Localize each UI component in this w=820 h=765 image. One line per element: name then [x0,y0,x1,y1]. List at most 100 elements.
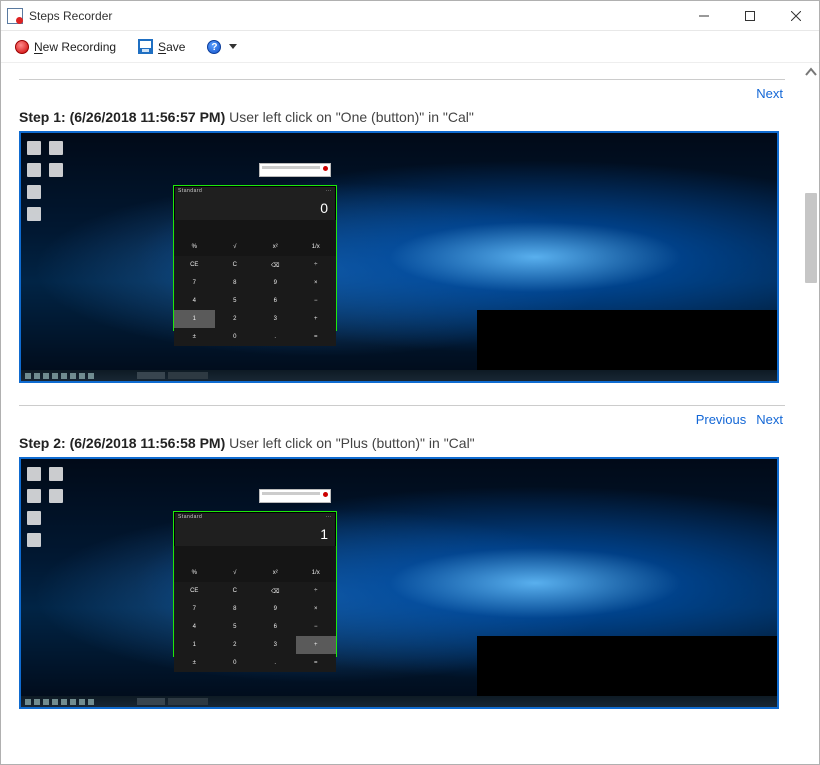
calc-key [174,220,215,238]
calc-key: 5 [215,618,256,636]
screenshot-taskbar [21,696,777,707]
calc-key [255,220,296,238]
step-screenshot[interactable]: Standard ··· 1 %√x²1/xCEC⌫÷789×456−123+±… [19,457,779,709]
calc-key: 8 [215,274,256,292]
calc-key: − [296,292,337,310]
calc-header: Standard ··· [174,512,336,522]
desktop-icon [27,185,41,199]
calc-key: 4 [174,292,215,310]
calc-key: . [255,654,296,672]
step-timestamp: (6/26/2018 11:56:58 PM) [70,435,226,451]
screenshot-recorder-widget [259,163,331,177]
calc-key: = [296,654,337,672]
content-area: Next Step 1: (6/26/2018 11:56:57 PM) Use… [1,63,819,764]
app-window: Steps Recorder New Recording Save ? [0,0,820,765]
new-recording-button[interactable]: New Recording [11,38,120,56]
step-nav: Previous Next [21,412,783,427]
calc-key: 1 [174,310,215,328]
calc-key: − [296,618,337,636]
calc-mode: Standard [178,514,202,520]
step-heading: Step 2: (6/26/2018 11:56:58 PM) User lef… [19,435,785,451]
desktop-icon [49,489,63,503]
calc-key: 1/x [296,564,337,582]
previous-link[interactable]: Previous [696,412,747,427]
step-screenshot[interactable]: Standard ··· 0 %√x²1/xCEC⌫÷789×456−123+±… [19,131,779,383]
screenshot-taskbar [21,370,777,381]
calc-key: + [296,310,337,328]
calc-key: 8 [215,600,256,618]
calc-key: 0 [215,654,256,672]
calc-key: ÷ [296,582,337,600]
calc-key: x² [255,564,296,582]
calc-display: 1 [174,522,336,546]
desktop-icon [27,511,41,525]
calc-key [174,546,215,564]
step-heading: Step 1: (6/26/2018 11:56:57 PM) User lef… [19,109,785,125]
calc-key [215,220,256,238]
toolbar: New Recording Save ? [1,31,819,63]
close-button[interactable] [773,1,819,30]
calc-key: 7 [174,600,215,618]
calc-keypad: %√x²1/xCEC⌫÷789×456−123+±0.= [174,220,336,346]
calc-key: . [255,328,296,346]
calc-header-right: ··· [326,188,333,194]
window-buttons [681,1,819,30]
screenshot-calculator-window: Standard ··· 0 %√x²1/xCEC⌫÷789×456−123+±… [173,185,337,331]
next-link[interactable]: Next [756,86,783,101]
calc-key: ± [174,328,215,346]
desktop-icon [27,533,41,547]
app-icon [7,8,23,24]
maximize-button[interactable] [727,1,773,30]
save-button[interactable]: Save [134,37,189,56]
calc-key: 0 [215,328,256,346]
step-prefix: Step 2: [19,435,66,451]
calc-key: C [215,256,256,274]
calc-key: 6 [255,292,296,310]
save-icon [138,39,153,54]
document-viewport[interactable]: Next Step 1: (6/26/2018 11:56:57 PM) Use… [1,63,803,764]
step-prefix: Step 1: [19,109,66,125]
calc-key: 2 [215,310,256,328]
minimize-button[interactable] [681,1,727,30]
calc-key: 9 [255,274,296,292]
calc-key: = [296,328,337,346]
calc-key: 2 [215,636,256,654]
screenshot-black-region [477,636,777,696]
calc-key [255,546,296,564]
calc-key: 6 [255,618,296,636]
help-dropdown[interactable]: ? [203,38,241,56]
calc-key: √ [215,564,256,582]
calc-key: 5 [215,292,256,310]
screenshot-recorder-widget [259,489,331,503]
desktop-icon [27,467,41,481]
calc-display: 0 [174,196,336,220]
calc-key [215,546,256,564]
desktop-icon [27,141,41,155]
calc-key: √ [215,238,256,256]
calc-key: 3 [255,636,296,654]
calc-key: % [174,238,215,256]
save-label: Save [158,40,185,54]
new-recording-label: New Recording [34,40,116,54]
scroll-thumb[interactable] [805,193,817,283]
calc-key: ± [174,654,215,672]
calc-key: x² [255,238,296,256]
calc-key: ÷ [296,256,337,274]
desktop-icon [27,163,41,177]
step-description: User left click on "One (button)" in "Ca… [229,109,474,125]
record-icon [15,40,29,54]
maximize-icon [745,11,755,21]
calc-key [296,220,337,238]
desktop-icon [49,141,63,155]
calc-key: 4 [174,618,215,636]
scroll-up-arrow-icon[interactable] [803,67,819,77]
vertical-scrollbar[interactable] [803,63,819,764]
next-link[interactable]: Next [756,412,783,427]
calc-mode: Standard [178,188,202,194]
calc-header: Standard ··· [174,186,336,196]
minimize-icon [699,11,709,21]
calc-key: CE [174,582,215,600]
step-timestamp: (6/26/2018 11:56:57 PM) [70,109,226,125]
calc-key: + [296,636,337,654]
calc-key: 3 [255,310,296,328]
